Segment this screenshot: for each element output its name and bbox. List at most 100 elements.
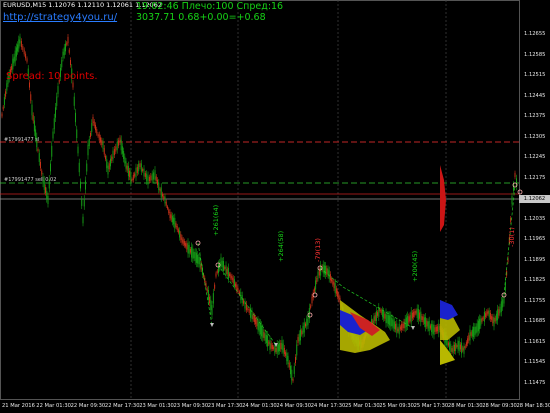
- candle-body: [125, 161, 127, 169]
- candle-body: [134, 173, 136, 177]
- candle-body: [287, 355, 289, 365]
- candle-body: [417, 309, 419, 320]
- candle-body: [315, 280, 317, 290]
- trade-loss-label: -30(1): [508, 227, 516, 247]
- candle-body: [429, 325, 431, 329]
- candle-body: [195, 252, 197, 263]
- candle-body: [19, 36, 21, 44]
- candle-body: [491, 316, 493, 320]
- candle-body: [140, 163, 142, 172]
- candle-body: [390, 315, 392, 327]
- candle-body: [131, 178, 133, 182]
- candle-body: [105, 155, 106, 160]
- candle-body: [193, 251, 195, 259]
- time-tick-label: 21 Mar 2016: [2, 403, 35, 409]
- candle-body: [421, 316, 423, 320]
- candle-body: [311, 296, 313, 304]
- candle-body: [1, 113, 3, 117]
- candle-body: [92, 117, 94, 123]
- candle-body: [268, 341, 270, 345]
- candle-body: [102, 141, 104, 149]
- candle-body: [381, 309, 383, 317]
- candle-body: [236, 284, 238, 291]
- candle-body: [503, 296, 505, 304]
- candle-body: [5, 91, 7, 97]
- candle-body: [110, 158, 111, 167]
- candle-body: [157, 179, 158, 186]
- candle-body: [147, 175, 149, 185]
- candle-body: [20, 41, 22, 47]
- candle-body: [209, 296, 211, 304]
- candle-body: [177, 229, 179, 233]
- candle-body: [332, 280, 334, 285]
- candle-body: [391, 317, 393, 327]
- candle-body: [163, 195, 165, 200]
- candle-body: [214, 284, 216, 289]
- candle-body: [465, 342, 467, 346]
- candle-body: [182, 239, 184, 244]
- candle-body: [275, 348, 277, 352]
- candle-body: [303, 322, 305, 333]
- candle-body: [476, 323, 478, 333]
- candle-body: [398, 323, 400, 335]
- candle-body: [316, 277, 318, 283]
- candle-body: [285, 352, 287, 356]
- price-tick-label: 1.11615: [524, 338, 546, 345]
- candle-body: [70, 59, 71, 66]
- candle-body: [500, 301, 502, 312]
- candle-body: [432, 324, 434, 334]
- candle-body: [96, 129, 98, 134]
- candle-body: [229, 273, 231, 277]
- candle-body: [451, 348, 453, 352]
- candle-body: [101, 140, 103, 145]
- candle-body: [384, 314, 386, 319]
- candle-body: [18, 39, 20, 49]
- candle-body: [392, 319, 394, 328]
- candle-body: [52, 131, 54, 139]
- time-tick-label: 25 Mar 17:30: [413, 403, 449, 409]
- candle-body: [2, 106, 4, 110]
- candle-body: [162, 193, 163, 197]
- candle-body: [251, 310, 253, 320]
- order-label-sell[interactable]: #17991477 sell 0.02: [4, 177, 56, 183]
- site-link[interactable]: http://strategy4you.ru/: [3, 13, 117, 23]
- candle-body: [437, 326, 439, 332]
- candle-body: [433, 324, 435, 336]
- candle-body: [159, 188, 161, 192]
- candle-body: [494, 317, 496, 322]
- candle-body: [68, 49, 70, 53]
- candle-body: [409, 315, 411, 321]
- candle-body: [482, 317, 484, 320]
- candle-body: [119, 137, 121, 143]
- candle-body: [130, 171, 132, 183]
- candle-body: [286, 352, 288, 362]
- candle-body: [279, 343, 281, 351]
- candle-body: [72, 82, 74, 88]
- order-label-sl[interactable]: #17991477 sl: [4, 137, 39, 143]
- candle-body: [281, 340, 283, 350]
- candle-body: [458, 340, 460, 352]
- candle-body: [175, 223, 177, 227]
- candle-body: [194, 251, 196, 261]
- candle-body: [305, 323, 306, 327]
- candle-body: [85, 180, 86, 190]
- candle-body: [205, 283, 207, 287]
- candle-body: [273, 346, 275, 350]
- candle-body: [416, 308, 418, 318]
- candle-body: [245, 303, 247, 311]
- candle-body: [337, 291, 339, 297]
- candle-body: [6, 83, 8, 91]
- candle-body: [457, 340, 459, 350]
- candle-body: [470, 332, 472, 336]
- price-chart[interactable]: [0, 0, 550, 413]
- candle-body: [372, 320, 374, 324]
- candle-body: [318, 269, 320, 276]
- candle-body: [377, 312, 379, 316]
- price-tick-label: 1.11475: [524, 379, 546, 386]
- candle-body: [255, 317, 257, 325]
- candle-body: [274, 345, 276, 353]
- candle-body: [325, 265, 327, 275]
- candle-body: [146, 173, 148, 182]
- candle-body: [143, 168, 145, 177]
- candle-body: [456, 344, 458, 348]
